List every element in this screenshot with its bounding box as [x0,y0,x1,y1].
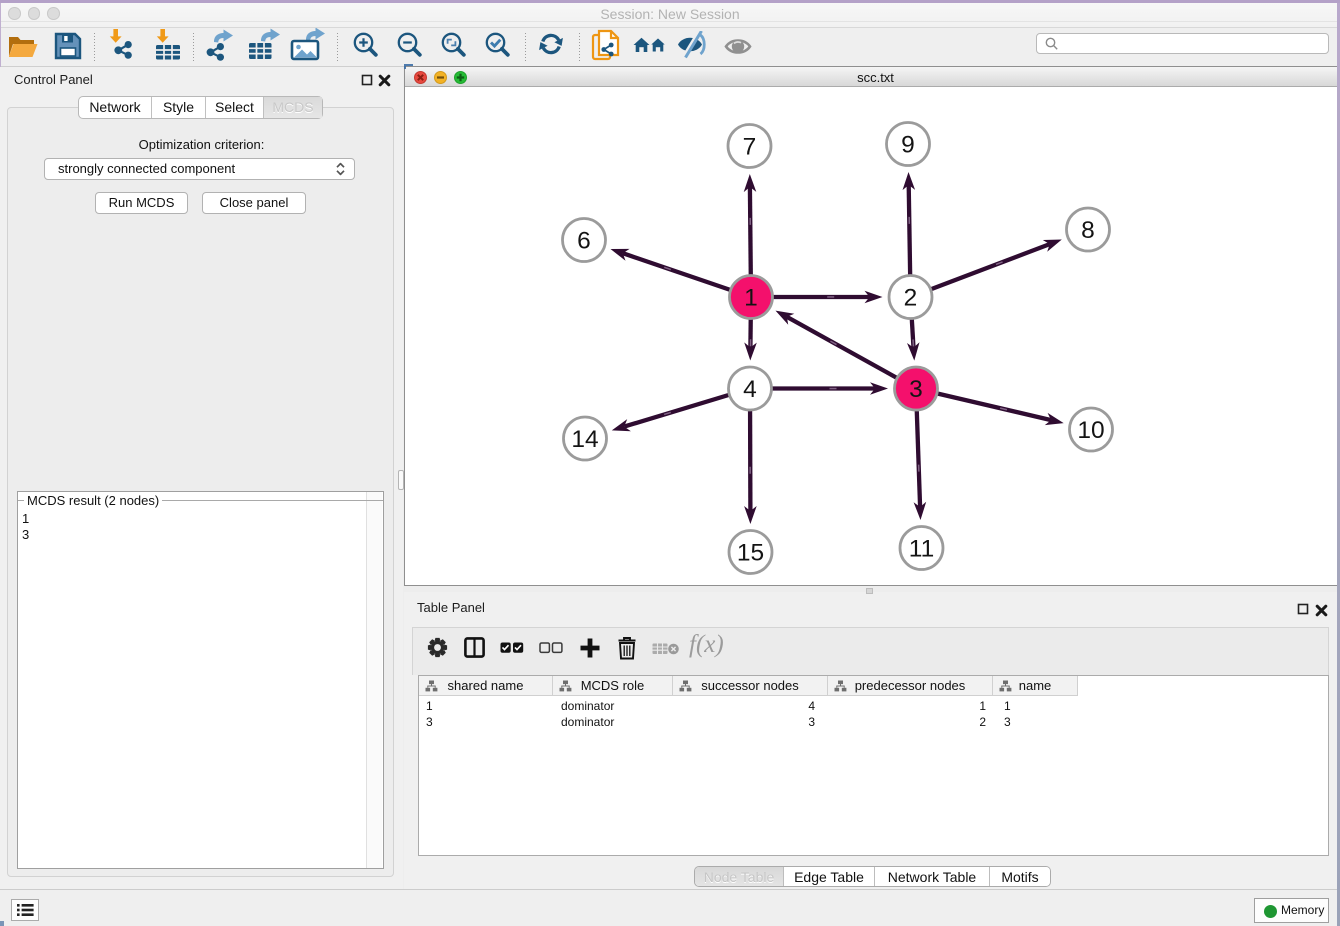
svg-text:2: 2 [904,285,918,312]
svg-text:9: 9 [901,132,915,159]
svg-text:8: 8 [1081,217,1095,244]
svg-text:10: 10 [1077,417,1104,444]
svg-text:14: 14 [571,426,598,453]
svg-text:11: 11 [909,536,934,563]
svg-text:15: 15 [737,540,764,567]
svg-text:6: 6 [577,228,591,255]
svg-text:3: 3 [909,376,923,403]
svg-text:7: 7 [743,134,757,161]
svg-text:4: 4 [743,376,757,403]
svg-text:1: 1 [744,285,758,312]
